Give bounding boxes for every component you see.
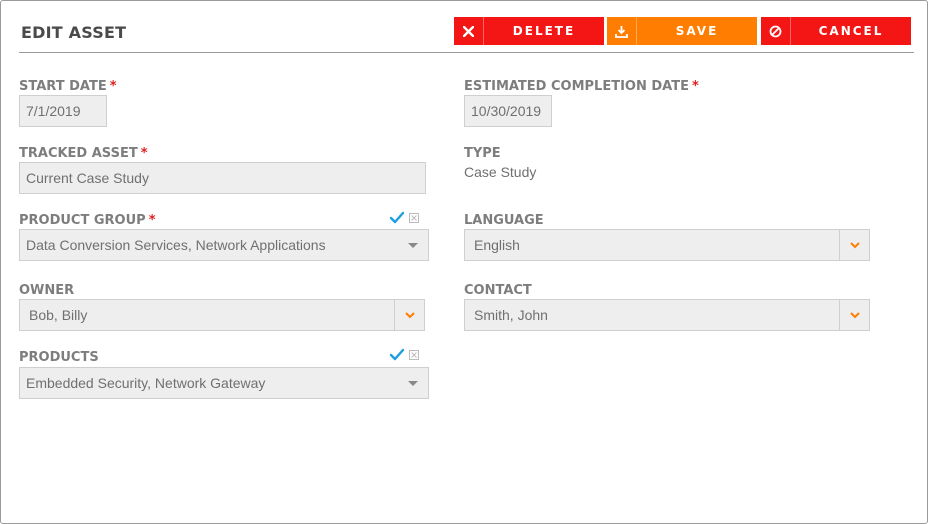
clear-icon[interactable] <box>409 213 419 223</box>
estimated-completion-date-label: ESTIMATED COMPLETION DATE * <box>464 79 699 94</box>
required-marker: * <box>148 213 156 228</box>
estimated-completion-date-label-text: ESTIMATED COMPLETION DATE <box>464 79 689 94</box>
dialog-title: EDIT ASSET <box>21 23 127 42</box>
product-group-value: Data Conversion Services, Network Applic… <box>26 237 326 253</box>
required-marker: * <box>140 146 148 161</box>
product-group-label-text: PRODUCT GROUP <box>19 213 146 228</box>
required-marker: * <box>691 79 699 94</box>
close-icon <box>454 17 484 45</box>
chevron-down-icon[interactable] <box>394 300 424 330</box>
clear-icon[interactable] <box>409 350 419 360</box>
product-group-tools <box>389 211 419 225</box>
check-icon[interactable] <box>389 211 405 225</box>
products-label: PRODUCTS <box>19 350 99 365</box>
chevron-down-icon[interactable] <box>839 230 869 260</box>
caret-down-icon <box>408 381 418 386</box>
caret-down-icon <box>408 243 418 248</box>
ban-icon <box>761 17 791 45</box>
delete-button-label: DELETE <box>512 24 576 38</box>
contact-dropdown[interactable]: Smith, John <box>464 299 870 331</box>
estimated-completion-date-value: 10/30/2019 <box>471 103 542 119</box>
check-icon[interactable] <box>389 348 405 362</box>
cancel-button-label: CANCEL <box>818 24 884 38</box>
save-button-label: SAVE <box>675 24 719 38</box>
tracked-asset-field[interactable]: Current Case Study <box>19 162 426 194</box>
contact-label: CONTACT <box>464 283 532 298</box>
products-select[interactable]: Embedded Security, Network Gateway <box>19 367 429 399</box>
start-date-label-text: START DATE <box>19 79 107 94</box>
owner-value: Bob, Billy <box>29 307 88 323</box>
estimated-completion-date-field[interactable]: 10/30/2019 <box>464 95 552 127</box>
product-group-select[interactable]: Data Conversion Services, Network Applic… <box>19 229 429 261</box>
tracked-asset-label: TRACKED ASSET * <box>19 146 148 161</box>
tracked-asset-label-text: TRACKED ASSET <box>19 146 138 161</box>
product-group-label: PRODUCT GROUP * <box>19 213 156 228</box>
cancel-button[interactable]: CANCEL <box>761 17 911 45</box>
type-label: TYPE <box>464 146 501 161</box>
contact-value: Smith, John <box>474 307 548 323</box>
chevron-down-icon[interactable] <box>839 300 869 330</box>
owner-label: OWNER <box>19 283 75 298</box>
language-dropdown[interactable]: English <box>464 229 870 261</box>
type-value: Case Study <box>464 164 537 180</box>
language-label: LANGUAGE <box>464 213 544 228</box>
delete-button[interactable]: DELETE <box>454 17 604 45</box>
start-date-label: START DATE * <box>19 79 117 94</box>
owner-dropdown[interactable]: Bob, Billy <box>19 299 425 331</box>
save-button[interactable]: SAVE <box>607 17 757 45</box>
products-value: Embedded Security, Network Gateway <box>26 375 266 391</box>
download-icon <box>607 17 637 45</box>
start-date-value: 7/1/2019 <box>26 103 81 119</box>
required-marker: * <box>109 79 117 94</box>
products-tools <box>389 348 419 362</box>
start-date-field[interactable]: 7/1/2019 <box>19 95 107 127</box>
language-value: English <box>474 237 520 253</box>
edit-asset-dialog: EDIT ASSET DELETE SAVE CANCEL START DATE… <box>0 0 928 524</box>
tracked-asset-value: Current Case Study <box>26 170 149 186</box>
